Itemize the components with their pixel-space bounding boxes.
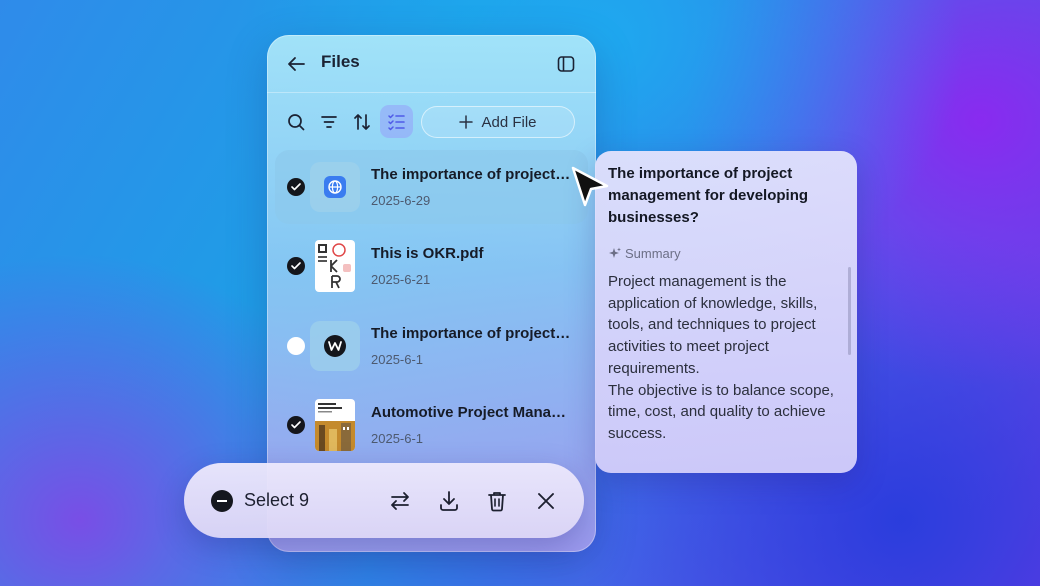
- filter-icon[interactable]: [320, 113, 338, 131]
- back-arrow-icon[interactable]: [287, 56, 305, 72]
- add-file-button[interactable]: Add File: [421, 106, 575, 138]
- download-icon[interactable]: [438, 490, 460, 512]
- file-name: The importance of project management: [371, 325, 571, 342]
- multi-select-toggle[interactable]: [380, 105, 413, 138]
- move-transfer-icon[interactable]: [389, 490, 411, 512]
- scrollbar[interactable]: [848, 267, 851, 355]
- file-name: This is OKR.pdf: [371, 245, 484, 262]
- checkbox-unchecked[interactable]: [287, 337, 305, 355]
- file-date: 2025-6-21: [371, 272, 431, 287]
- summary-text: Project management is the application of…: [608, 271, 844, 445]
- file-date: 2025-6-1: [371, 352, 424, 367]
- summary-label: Summary: [608, 246, 681, 261]
- list-item[interactable]: The importance of project management for…: [275, 150, 588, 224]
- file-date: 2025-6-29: [371, 193, 431, 208]
- checklist-icon: [388, 114, 405, 131]
- selection-action-bar: Select 9: [184, 463, 584, 538]
- summary-paragraph: Project management is the application of…: [608, 273, 818, 377]
- panel-header: Files: [267, 35, 596, 93]
- toolbar: Add File: [267, 105, 596, 139]
- trash-icon[interactable]: [486, 490, 508, 512]
- checkmark-icon: [291, 421, 301, 429]
- popup-title: The importance of project management for…: [608, 165, 809, 226]
- checkmark-icon: [291, 262, 301, 270]
- mouse-cursor-icon: [571, 166, 609, 207]
- checkbox-checked[interactable]: [287, 416, 305, 434]
- sidebar-toggle-icon[interactable]: [557, 55, 575, 73]
- plus-icon: [459, 115, 474, 129]
- summary-popup: The importance of project management for…: [595, 151, 857, 473]
- checkbox-checked[interactable]: [287, 257, 305, 275]
- page-title: Files: [321, 52, 360, 71]
- checkmark-icon: [291, 183, 301, 191]
- selection-count: Select 9: [244, 490, 310, 510]
- list-item[interactable]: Automotive Project Management 2025-6-1: [275, 388, 588, 462]
- search-icon[interactable]: [287, 113, 305, 131]
- w-logo-icon: [310, 321, 360, 371]
- file-date: 2025-6-1: [371, 431, 424, 446]
- list-item[interactable]: This is OKR.pdf 2025-6-21: [275, 229, 588, 303]
- sort-icon[interactable]: [353, 113, 371, 131]
- add-file-label: Add File: [481, 113, 537, 131]
- file-name: The importance of project management for…: [371, 166, 571, 183]
- globe-app-icon: [310, 162, 360, 212]
- summary-paragraph: The objective is to balance scope, time,…: [608, 381, 834, 442]
- report-cover-thumbnail: [315, 399, 355, 451]
- okr-pdf-thumbnail: [315, 240, 355, 292]
- summary-label-text: Summary: [625, 246, 681, 261]
- deselect-icon[interactable]: [211, 490, 233, 512]
- sparkle-icon: [609, 247, 621, 258]
- close-icon[interactable]: [535, 490, 557, 512]
- checkbox-checked[interactable]: [287, 178, 305, 196]
- file-name: Automotive Project Management: [371, 404, 571, 421]
- list-item[interactable]: The importance of project management 202…: [275, 309, 588, 383]
